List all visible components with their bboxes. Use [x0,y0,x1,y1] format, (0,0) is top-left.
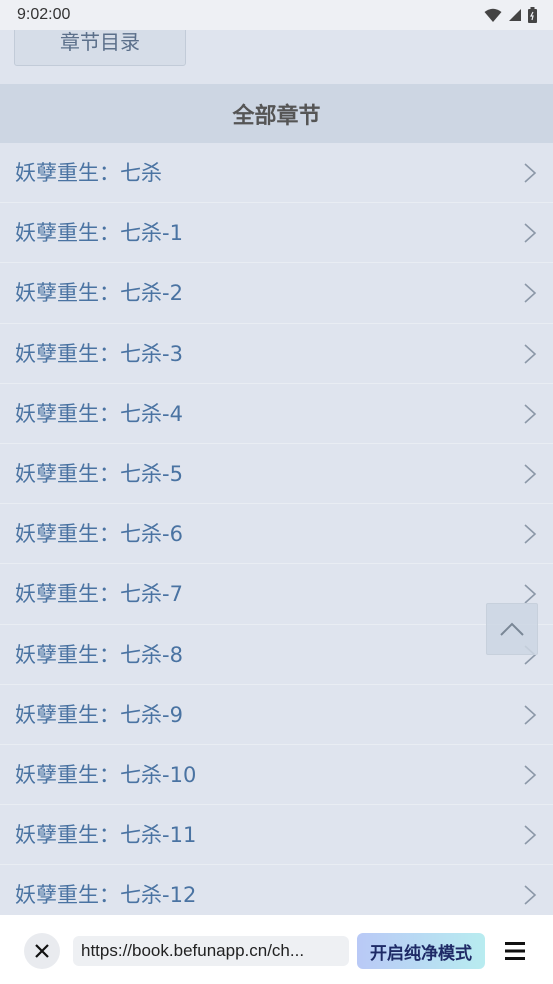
chapter-item-label: 妖孽重生：七杀-10 [15,762,197,787]
battery-icon [528,7,537,23]
menu-icon [505,942,525,960]
url-field[interactable]: https://book.befunapp.cn/ch... [73,936,349,966]
chevron-right-icon [524,584,537,604]
status-bar: 9:02:00 [0,0,553,30]
chapter-item[interactable]: 妖孽重生：七杀-8 [0,624,553,685]
section-title-text: 全部章节 [232,103,321,129]
chapter-item[interactable]: 妖孽重生：七杀-5 [0,443,553,505]
catalog-button[interactable]: 章节目录 [14,30,186,66]
chapter-item-label: 妖孽重生：七杀-12 [15,883,197,908]
chapter-item[interactable]: 妖孽重生：七杀-7 [0,564,553,625]
chapter-item-label: 妖孽重生：七杀-8 [15,642,183,667]
chapter-item-label: 妖孽重生：七杀-2 [15,281,183,306]
close-icon [35,944,49,958]
status-icons [484,7,537,23]
chapter-item[interactable]: 妖孽重生：七杀-2 [0,263,553,324]
chevron-right-icon [524,163,537,183]
chapter-item[interactable]: 妖孽重生：七杀-3 [0,323,553,384]
top-strip: 章节目录 [0,30,553,84]
chapter-item-label: 妖孽重生：七杀 [15,161,162,185]
menu-button[interactable] [503,939,529,963]
chapter-item[interactable]: 妖孽重生：七杀-9 [0,684,553,745]
chapter-item[interactable]: 妖孽重生：七杀-10 [0,744,553,806]
catalog-button-label: 章节目录 [60,30,140,54]
chapter-item-label: 妖孽重生：七杀-5 [15,461,183,486]
chapter-item-label: 妖孽重生：七杀-11 [15,823,197,848]
chevron-right-icon [524,283,537,303]
chapter-item[interactable]: 妖孽重生：七杀-6 [0,504,553,565]
chevron-right-icon [524,765,537,785]
chapter-list: 妖孽重生：七杀 妖孽重生：七杀-1 妖孽重生：七杀-2 妖孽重生：七杀-3 妖孽重生：七… [0,143,553,915]
chevron-right-icon [524,705,537,725]
close-button[interactable] [24,933,60,969]
browser-bottom-bar: https://book.befunapp.cn/ch... 开启纯净模式 [0,915,553,984]
status-time: 9:02:00 [17,6,71,23]
page-content: 章节目录 全部章节 妖孽重生：七杀 妖孽重生：七杀-1 妖孽重生：七杀-2 妖孽重生：… [0,30,553,915]
chapter-item-label: 妖孽重生：七杀-1 [15,221,183,246]
chapter-item-label: 妖孽重生：七杀-3 [15,341,183,366]
section-title: 全部章节 [0,84,553,143]
chevron-right-icon [524,223,537,243]
chevron-right-icon [524,825,537,845]
chevron-right-icon [524,343,537,364]
chapter-item[interactable]: 妖孽重生：七杀-1 [0,203,553,264]
signal-icon [509,9,521,21]
wifi-icon [484,8,502,22]
chapter-item-label: 妖孽重生：七杀-6 [15,522,183,547]
chapter-item[interactable]: 妖孽重生：七杀-11 [0,805,553,866]
chapter-item[interactable]: 妖孽重生：七杀-4 [0,383,553,444]
chevron-right-icon [524,885,537,905]
pure-mode-button[interactable]: 开启纯净模式 [357,933,485,969]
back-to-top-button[interactable] [486,603,538,655]
chevron-right-icon [524,464,537,484]
chapter-item[interactable]: 妖孽重生：七杀-12 [0,865,553,915]
chapter-item-label: 妖孽重生：七杀-9 [15,702,183,727]
pure-mode-button-label: 开启纯净模式 [370,943,472,964]
chevron-right-icon [524,524,537,544]
chevron-up-icon [500,622,524,636]
chapter-item-label: 妖孽重生：七杀-4 [15,401,183,426]
chapter-item[interactable]: 妖孽重生：七杀 [0,143,553,204]
chapter-item-label: 妖孽重生：七杀-7 [15,582,183,607]
chevron-right-icon [524,404,537,424]
